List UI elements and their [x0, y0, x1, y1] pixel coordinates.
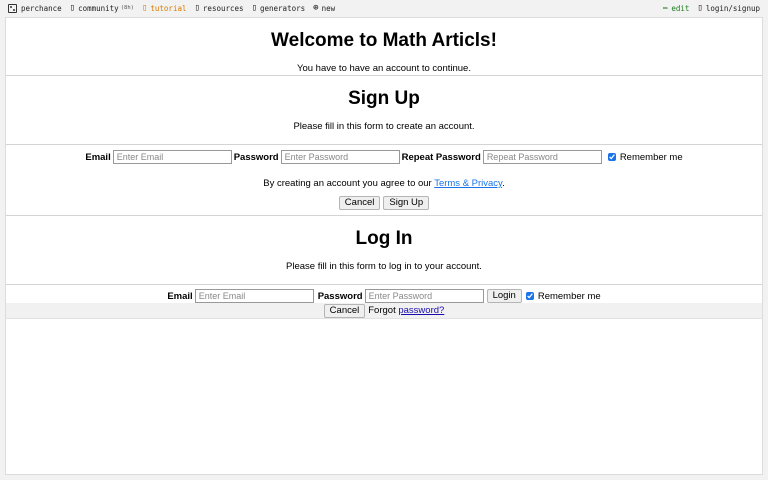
signup-fields-row: Email Password Repeat Password Remember … — [6, 150, 762, 164]
nav-new[interactable]: ⊕ new — [313, 2, 336, 13]
terms-link[interactable]: Terms & Privacy — [434, 178, 502, 189]
login-password-input[interactable] — [364, 289, 484, 303]
nav-community[interactable]: ▯ community (8h) — [69, 2, 134, 13]
terms-prefix: By creating an account you agree to our — [263, 178, 435, 189]
signup-email-label: Email — [85, 151, 111, 163]
signup-title: Sign Up — [348, 88, 420, 109]
login-remember-label: Remember me — [537, 290, 601, 302]
tutorial-icon: ▯ — [141, 2, 148, 13]
topbar-right: ✏ edit ▯ login/signup — [662, 2, 760, 13]
login-form: Email Password Login Remember me Cancel … — [6, 285, 762, 319]
nav-generators-label: generators — [259, 3, 306, 13]
terms-suffix: . — [502, 178, 505, 189]
community-icon: ▯ — [69, 2, 76, 13]
signup-buttons: Cancel Sign Up — [6, 196, 762, 210]
login-subtitle: Please fill in this form to log in to yo… — [286, 261, 482, 272]
nav-perchance[interactable]: perchance — [8, 3, 62, 13]
user-icon: ▯ — [697, 2, 703, 13]
edit-button[interactable]: ✏ edit — [662, 2, 690, 13]
welcome-subtitle: You have to have an account to continue. — [297, 63, 471, 74]
welcome-section: Welcome to Math Articls! You have to hav… — [6, 18, 762, 76]
nav-tutorial-label: tutorial — [150, 3, 187, 13]
nav-community-label: community — [78, 3, 119, 13]
signup-submit-button[interactable]: Sign Up — [383, 196, 430, 210]
pencil-icon: ✏ — [662, 2, 669, 13]
dice-icon — [8, 3, 17, 13]
page-title: Welcome to Math Articls! — [271, 30, 497, 51]
login-fields-row: Email Password Login Remember me — [6, 289, 762, 303]
edit-label: edit — [671, 3, 690, 13]
main-panel: Welcome to Math Articls! You have to hav… — [5, 17, 763, 475]
signup-password-input[interactable] — [280, 150, 400, 164]
nav-tutorial[interactable]: ▯ tutorial — [141, 2, 187, 13]
signup-email-input[interactable] — [112, 150, 232, 164]
login-email-label: Email — [167, 290, 193, 302]
login-signup-link[interactable]: ▯ login/signup — [697, 2, 760, 13]
signup-cancel-button[interactable]: Cancel — [338, 196, 381, 210]
community-badge: (8h) — [120, 5, 134, 11]
login-footer-row: Cancel Forgot password? — [6, 303, 762, 319]
signup-repeat-input[interactable] — [482, 150, 602, 164]
login-cancel-button[interactable]: Cancel — [323, 303, 366, 318]
signup-remember-checkbox[interactable] — [607, 153, 616, 161]
forgot-prefix: Forgot — [368, 305, 399, 316]
signup-header: Sign Up Please fill in this form to crea… — [6, 76, 762, 145]
plus-circle-icon: ⊕ — [313, 2, 319, 13]
terms-text: By creating an account you agree to our … — [6, 178, 762, 189]
signup-password-label: Password — [233, 151, 279, 163]
login-email-input[interactable] — [194, 289, 314, 303]
nav-resources-label: resources — [202, 3, 244, 13]
login-title: Log In — [355, 228, 413, 249]
nav-resources[interactable]: ▯ resources — [194, 2, 244, 13]
login-password-label: Password — [317, 290, 363, 302]
nav-perchance-label: perchance — [21, 3, 62, 13]
signup-subtitle: Please fill in this form to create an ac… — [293, 121, 475, 132]
nav-new-label: new — [321, 3, 336, 13]
nav-generators[interactable]: ▯ generators — [251, 2, 306, 13]
forgot-password-link[interactable]: password? — [398, 305, 444, 316]
signup-form: Email Password Repeat Password Remember … — [6, 145, 762, 216]
signup-remember-label: Remember me — [619, 151, 683, 163]
login-header: Log In Please fill in this form to log i… — [6, 216, 762, 285]
signup-repeat-label: Repeat Password — [401, 151, 481, 163]
login-remember-checkbox[interactable] — [525, 292, 534, 300]
generators-icon: ▯ — [251, 2, 257, 13]
login-signup-label: login/signup — [705, 3, 760, 13]
resources-icon: ▯ — [194, 2, 200, 13]
login-submit-button[interactable]: Login — [486, 289, 522, 303]
top-navigation: perchance ▯ community (8h) ▯ tutorial ▯ … — [0, 0, 768, 16]
